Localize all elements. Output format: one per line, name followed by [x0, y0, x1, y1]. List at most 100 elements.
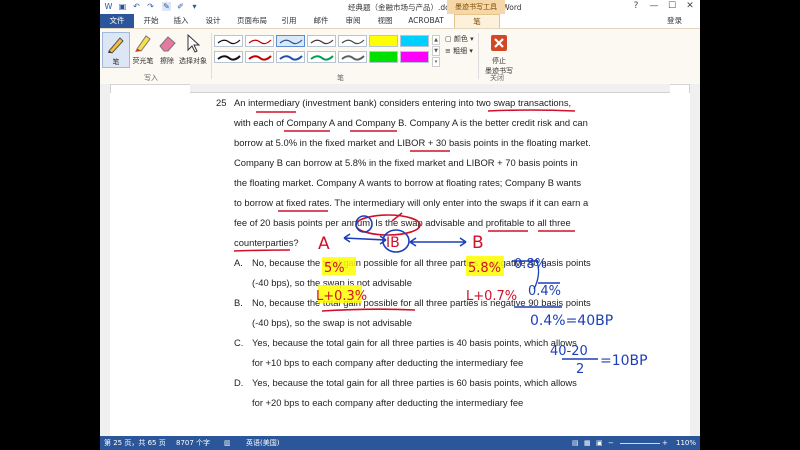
status-bar: 第 25 页，共 65 页 8707 个字 ▥ 英语(美国) ▤ ▦ ▣ − +… — [100, 436, 700, 450]
save-icon[interactable]: ▣ — [118, 2, 127, 11]
web-layout-icon[interactable]: ▣ — [596, 436, 603, 450]
page-count[interactable]: 第 25 页，共 65 页 — [104, 436, 166, 450]
eraser-tool-button[interactable]: 擦除 — [154, 32, 180, 66]
highlighter-tool-button[interactable]: 荧光笔 — [130, 32, 156, 66]
pen-style-4[interactable] — [307, 35, 336, 47]
group-label-close: 关闭 — [490, 74, 504, 82]
redo-icon[interactable]: ↷ — [146, 2, 155, 11]
undo-icon[interactable]: ↶ — [132, 2, 141, 11]
pen-style-7[interactable] — [245, 51, 274, 63]
proofing-icon[interactable]: ▥ — [224, 436, 231, 450]
tab-insert[interactable]: 插入 — [168, 14, 194, 28]
ink-underline — [487, 109, 576, 112]
word-logo-icon[interactable]: W — [104, 2, 113, 11]
pen-color-dropdown[interactable]: ▢ 颜色 ▾ — [445, 34, 474, 44]
group-label-pens: 笔 — [337, 74, 344, 82]
pen-thickness-label: 粗细 — [453, 47, 468, 55]
tab-page-layout[interactable]: 页面布局 — [232, 14, 272, 28]
tab-view[interactable]: 视图 — [372, 14, 398, 28]
highlighter-icon — [135, 35, 151, 52]
word-count[interactable]: 8707 个字 — [176, 436, 210, 450]
select-objects-button[interactable]: 选择对象 — [178, 32, 208, 66]
zoom-slider[interactable] — [620, 443, 660, 444]
ink-result: =10BP — [600, 353, 648, 369]
ribbon-pen: 笔 荧光笔 擦除 选择对象 写入 ▲ ▼ ▾ ▢ 颜色 ▾ ≡ 粗细 ▾ 笔 停… — [100, 28, 700, 85]
ink-b-fixed: 5.8% — [468, 261, 501, 276]
select-objects-label: 选择对象 — [179, 57, 207, 65]
stop-inking-button[interactable]: 停止 墨迹书写 — [482, 32, 516, 76]
ink-label-a: A — [318, 234, 330, 254]
print-layout-icon[interactable]: ▦ — [584, 436, 591, 450]
eraser-tool-label: 擦除 — [160, 57, 174, 65]
document-page[interactable]: 25 An intermediary (investment bank) con… — [110, 93, 690, 436]
tab-review[interactable]: 审阅 — [340, 14, 366, 28]
pen-color-label: 颜色 — [453, 35, 468, 43]
pen-style-8[interactable] — [276, 51, 305, 63]
highlighter-style-yellow[interactable] — [369, 35, 398, 47]
tab-file[interactable]: 文件 — [100, 14, 134, 28]
highlighter-style-green[interactable] — [369, 51, 398, 63]
zoom-level[interactable]: 110% — [676, 436, 696, 450]
ink-b-float: L+0.7% — [466, 289, 517, 304]
context-tab-ink-tools: 墨迹书写工具 — [447, 0, 505, 14]
ink-label-b: B — [472, 233, 484, 253]
ink-diff-float: 0.4% — [528, 284, 561, 299]
pen-style-1[interactable] — [214, 35, 243, 47]
ink-fraction-denominator: 2 — [576, 362, 584, 377]
read-mode-icon[interactable]: ▤ — [572, 436, 579, 450]
zoom-out-icon[interactable]: − — [608, 436, 614, 450]
arrow-ib-b — [409, 237, 467, 247]
highlighter-style-magenta[interactable] — [400, 51, 429, 63]
minimize-button[interactable]: — — [646, 0, 662, 13]
eraser-icon — [159, 36, 176, 52]
tab-acrobat[interactable]: ACROBAT — [404, 14, 448, 28]
pen-style-3-selected[interactable] — [276, 35, 305, 47]
ink-net-gain: 0.4%=40BP — [530, 313, 613, 329]
pen-style-9[interactable] — [307, 51, 336, 63]
close-x-icon — [491, 35, 507, 51]
close-button[interactable]: ✕ — [682, 0, 698, 13]
pen-style-6[interactable] — [214, 51, 243, 63]
pen-tool-button[interactable]: 笔 — [102, 32, 130, 68]
pen-thickness-dropdown[interactable]: ≡ 粗细 ▾ — [445, 46, 473, 56]
touch-mode-icon[interactable]: ✐ — [176, 2, 185, 11]
login-link[interactable]: 登录 — [667, 14, 682, 28]
tab-home[interactable]: 开始 — [138, 14, 164, 28]
vertical-scrollbar[interactable] — [689, 84, 700, 436]
ribbon-tabs: 文件 开始 插入 设计 页面布局 引用 邮件 审阅 视图 ACROBAT 笔 登… — [100, 14, 700, 28]
stop-inking-label-1: 停止 — [492, 57, 506, 65]
ink-underline — [233, 249, 291, 252]
ink-annotations: A IB B 5% L+0.3% 5.8% L+0.7% 0.8% 0.4% 0… — [233, 109, 648, 377]
customize-qat-icon[interactable]: ▾ — [190, 2, 199, 11]
ink-a-fixed: 5% — [324, 261, 345, 276]
group-divider — [211, 33, 212, 79]
ink-diff-fixed: 0.8% — [514, 257, 547, 272]
tab-references[interactable]: 引用 — [276, 14, 302, 28]
group-divider — [478, 33, 479, 79]
ink-fraction-numerator: 40-20 — [550, 344, 588, 359]
ink-label-ib: IB — [386, 235, 400, 251]
pen-style-5[interactable] — [338, 35, 367, 47]
gallery-scroll-down[interactable]: ▼ — [432, 46, 440, 56]
tab-pen[interactable]: 笔 — [454, 14, 500, 28]
tab-mailings[interactable]: 邮件 — [308, 14, 334, 28]
title-bar: W ▣ ↶ ↷ ✎ ✐ ▾ 经典题（金融市场与产品）.docx - Micros… — [100, 0, 700, 14]
gallery-scroll-up[interactable]: ▲ — [432, 35, 440, 45]
pen-style-2[interactable] — [245, 35, 274, 47]
ink-a-float: L+0.3% — [316, 289, 367, 304]
word-window: W ▣ ↶ ↷ ✎ ✐ ▾ 经典题（金融市场与产品）.docx - Micros… — [100, 0, 700, 450]
gallery-more[interactable]: ▾ — [432, 57, 440, 67]
cursor-arrow-icon — [187, 33, 201, 53]
pen-mode-icon[interactable]: ✎ — [162, 2, 171, 11]
horizontal-ruler[interactable] — [190, 84, 670, 93]
help-button[interactable]: ? — [628, 0, 644, 13]
arrow-a-ib — [343, 233, 387, 245]
highlighter-style-cyan[interactable] — [400, 35, 429, 47]
language-status[interactable]: 英语(美国) — [246, 436, 279, 450]
pen-tool-label: 笔 — [112, 58, 120, 66]
pen-icon — [108, 37, 124, 54]
pen-style-10[interactable] — [338, 51, 367, 63]
zoom-in-icon[interactable]: + — [662, 436, 668, 450]
tab-design[interactable]: 设计 — [200, 14, 226, 28]
maximize-button[interactable]: ☐ — [664, 0, 680, 13]
